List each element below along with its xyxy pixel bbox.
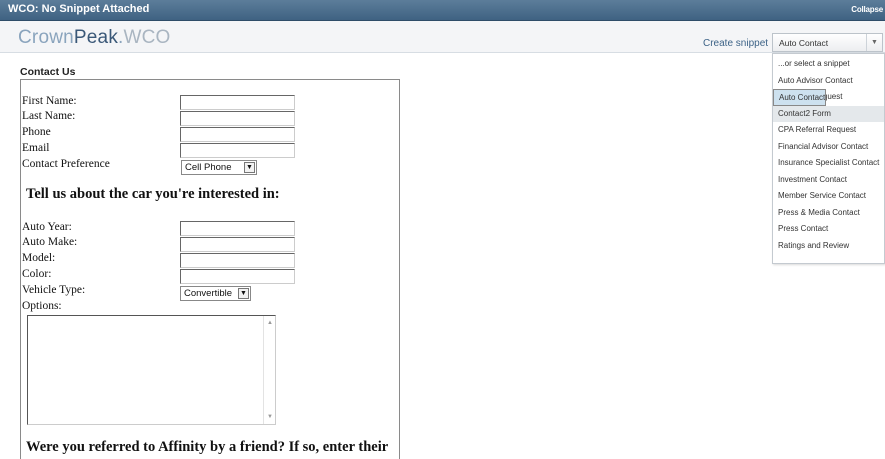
vehicle-type-select[interactable]: Convertible ▼ [180, 286, 251, 301]
first-name-input[interactable] [180, 95, 295, 110]
phone-input[interactable] [180, 127, 295, 142]
snippet-select-value: Auto Contact [779, 38, 829, 48]
snippet-option[interactable]: Ratings and Review [773, 238, 884, 255]
panel-title: Contact Us [20, 66, 76, 78]
snippet-option[interactable]: CPA Referral Request [773, 122, 884, 139]
snippet-option[interactable]: Contact2 Form [773, 105, 884, 122]
car-section-heading: Tell us about the car you're interested … [26, 186, 280, 202]
first-name-label: First Name: [22, 95, 77, 107]
snippet-option[interactable]: Investment Contact [773, 172, 884, 189]
options-textarea[interactable]: ▲ ▼ [27, 315, 276, 425]
snippet-option[interactable]: Press & Media Contact [773, 205, 884, 222]
vehicle-type-label: Vehicle Type: [22, 284, 86, 296]
auto-year-label: Auto Year: [22, 221, 72, 233]
snippet-dropdown-list: ...or select a snippet Auto Advisor Conta… [772, 53, 885, 264]
last-name-label: Last Name: [22, 110, 76, 122]
model-input[interactable] [180, 253, 295, 268]
email-label: Email [22, 142, 50, 154]
top-bar: WCO: No Snippet Attached Collapse [0, 0, 885, 21]
email-input[interactable] [180, 143, 295, 158]
chevron-down-icon: ▼ [244, 162, 255, 173]
auto-year-input[interactable] [180, 221, 295, 236]
snippet-option[interactable]: Press Contact [773, 221, 884, 238]
model-label: Model: [22, 252, 56, 264]
crownpeak-logo: CrownPeak.WCO [18, 27, 171, 48]
snippet-option[interactable]: Financial Advisor Contact [773, 139, 884, 156]
collapse-link[interactable]: Collapse [851, 5, 883, 14]
form-preview: First Name: Last Name: Phone Email Conta… [20, 79, 400, 459]
snippet-option[interactable]: Auto Contact [773, 89, 827, 106]
chevron-down-icon: ▼ [238, 288, 249, 299]
create-snippet-link[interactable]: Create snippet [703, 38, 768, 49]
snippet-option[interactable]: Member Service Contact [773, 188, 884, 205]
scroll-down-icon[interactable]: ▼ [267, 414, 273, 420]
chevron-down-icon[interactable]: ▼ [866, 34, 882, 51]
options-label: Options: [22, 300, 62, 312]
snippet-option[interactable]: ...or select a snippet [773, 56, 884, 73]
top-bar-title: WCO: No Snippet Attached [8, 3, 150, 15]
referral-section-heading: Were you referred to Affinity by a frien… [26, 439, 389, 455]
textarea-scrollbar[interactable]: ▲ ▼ [263, 316, 275, 424]
contact-preference-select[interactable]: Cell Phone ▼ [181, 160, 257, 175]
snippet-option[interactable]: Auto Advisor Contact [773, 73, 884, 90]
contact-preference-value: Cell Phone [185, 162, 232, 173]
color-input[interactable] [180, 269, 295, 284]
snippet-select[interactable]: Auto Contact ▼ [772, 33, 883, 52]
vehicle-type-value: Convertible [184, 288, 233, 299]
snippet-option[interactable]: Insurance Specialist Contact [773, 155, 884, 172]
contact-preference-label: Contact Preference [22, 158, 110, 170]
color-label: Color: [22, 268, 52, 280]
form-panel: Contact Us First Name: Last Name: Phone … [13, 61, 401, 459]
phone-label: Phone [22, 126, 51, 138]
auto-make-label: Auto Make: [22, 236, 78, 248]
auto-make-input[interactable] [180, 237, 295, 252]
scroll-up-icon[interactable]: ▲ [267, 320, 273, 326]
last-name-input[interactable] [180, 111, 295, 126]
